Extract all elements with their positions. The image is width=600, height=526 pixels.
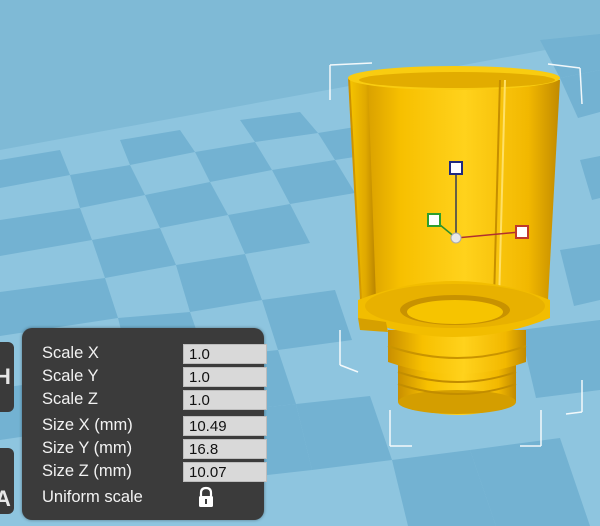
size-x-label: Size X (mm) (42, 416, 133, 434)
side-toolbar-button-top[interactable]: H (0, 342, 14, 412)
size-z-row: Size Z (mm) 10.07 (42, 460, 267, 482)
size-z-label: Size Z (mm) (42, 462, 132, 480)
uniform-scale-row: Uniform scale (42, 486, 252, 508)
lock-icon[interactable] (194, 486, 218, 508)
uniform-scale-label: Uniform scale (42, 488, 143, 506)
scale-y-row: Scale Y 1.0 (42, 365, 267, 387)
z-axis-handle[interactable] (449, 161, 463, 175)
size-y-label: Size Y (mm) (42, 439, 133, 457)
side-button-bottom-glyph: A (0, 486, 11, 511)
side-toolbar-button-bottom[interactable]: A (0, 448, 14, 514)
scale-x-row: Scale X 1.0 (42, 342, 267, 364)
scale-z-input[interactable]: 1.0 (183, 390, 267, 410)
side-button-top-glyph: H (0, 364, 11, 389)
scale-x-label: Scale X (42, 344, 99, 362)
size-x-row: Size X (mm) 10.49 (42, 414, 267, 436)
size-y-input[interactable]: 16.8 (183, 439, 267, 459)
scale-panel: Scale X 1.0 Scale Y 1.0 Scale Z 1.0 Size… (22, 328, 267, 520)
scale-x-input[interactable]: 1.0 (183, 344, 267, 364)
size-z-input[interactable]: 10.07 (183, 462, 267, 482)
size-x-input[interactable]: 10.49 (183, 416, 267, 436)
scale-y-label: Scale Y (42, 367, 99, 385)
scale-z-row: Scale Z 1.0 (42, 388, 267, 410)
scale-z-label: Scale Z (42, 390, 98, 408)
gizmo-center-handle[interactable] (450, 232, 462, 244)
size-y-row: Size Y (mm) 16.8 (42, 437, 267, 459)
scale-y-input[interactable]: 1.0 (183, 367, 267, 387)
x-axis-handle[interactable] (515, 225, 529, 239)
y-axis-handle[interactable] (427, 213, 441, 227)
